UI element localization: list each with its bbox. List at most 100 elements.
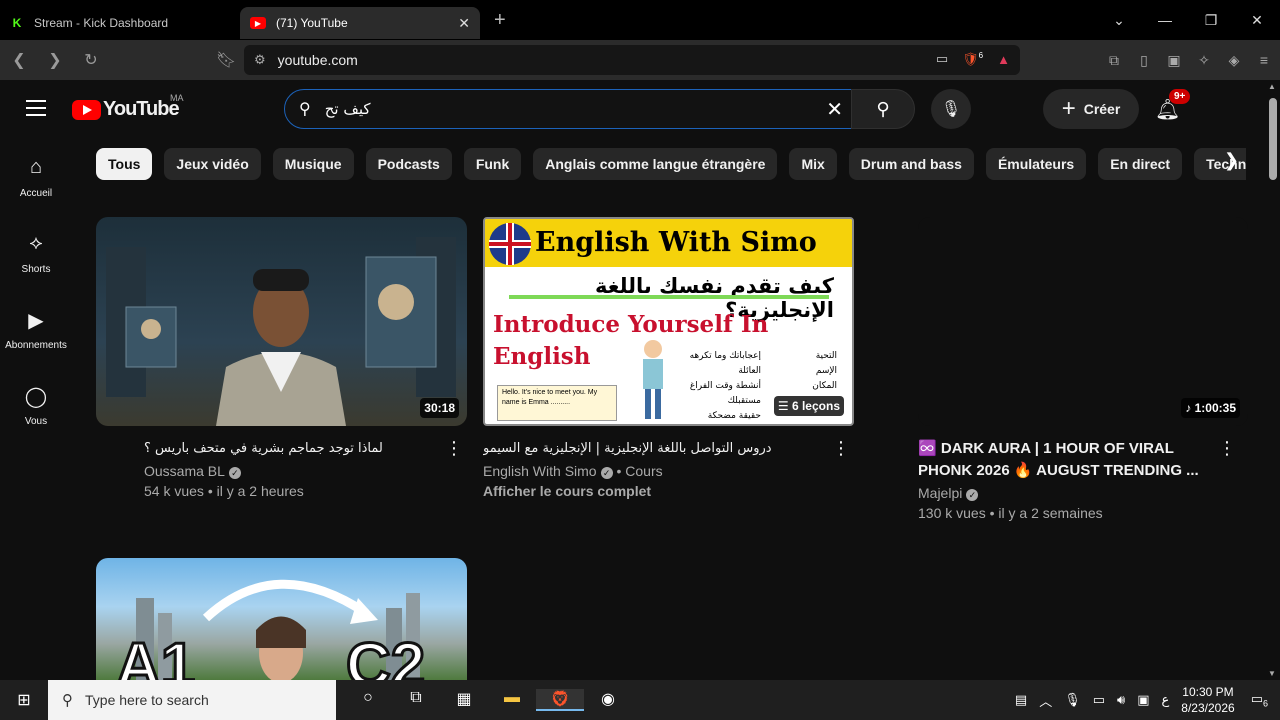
chip-emulateurs[interactable]: Émulateurs — [985, 148, 1087, 180]
brave-browser-icon[interactable]: 🦁︎ — [536, 689, 584, 711]
vpn-icon[interactable]: ◈ — [1226, 52, 1242, 69]
sidebar-toggle-icon[interactable]: ▯ — [1136, 52, 1152, 69]
chip-jeux-video[interactable]: Jeux vidéo — [164, 148, 261, 180]
sidebar-item-abonnements[interactable]: ▶︎ Abonnements — [0, 290, 72, 366]
reload-button[interactable]: ↻ — [76, 50, 106, 70]
volume-icon[interactable]: 🔊︎ — [1117, 692, 1125, 708]
chip-tous[interactable]: Tous — [96, 148, 153, 180]
video-card[interactable]: A1 C2 — [96, 558, 467, 680]
chip-mix[interactable]: Mix — [789, 148, 837, 180]
extensions-icon[interactable]: ⧉ — [1106, 52, 1122, 69]
meet-now-icon[interactable]: ▣ — [1137, 692, 1149, 708]
chip-funk[interactable]: Funk — [463, 148, 522, 180]
channel-name[interactable]: Oussama BL ✓ — [144, 463, 434, 479]
video-thumbnail[interactable]: ♪ 1:00:35 — [918, 217, 1248, 426]
show-hidden-icons-icon[interactable]: ︿ — [1039, 691, 1052, 710]
video-thumbnail[interactable]: 30:18 — [96, 217, 467, 426]
sidebar-item-accueil[interactable]: ⌂ Accueil — [0, 138, 72, 214]
microphone-icon: 🎙︎ — [940, 101, 962, 118]
more-actions-icon[interactable]: ⋮ — [1218, 438, 1236, 459]
chip-anglais[interactable]: Anglais comme langue étrangère — [533, 148, 778, 180]
voice-search-button[interactable]: 🎙︎ — [931, 89, 971, 129]
create-button[interactable]: + Créer — [1043, 89, 1139, 129]
menu-icon[interactable]: ≡ — [1256, 52, 1272, 69]
you-icon: ◯ — [24, 386, 48, 408]
cast-icon[interactable]: ▭ — [936, 51, 948, 67]
tab-list-chevron-icon[interactable]: ⌄ — [1096, 12, 1142, 29]
chip-musique[interactable]: Musique — [272, 148, 354, 180]
scrollbar-thumb[interactable] — [1269, 98, 1277, 180]
news-widget-icon[interactable]: ▤ — [1015, 692, 1027, 708]
chips-next-chevron-icon[interactable]: ❯ — [1224, 150, 1239, 171]
search-button[interactable]: ⚲ — [851, 89, 915, 129]
task-view-icon[interactable]: ⧉ — [392, 689, 440, 711]
video-thumbnail[interactable]: A1 C2 — [96, 558, 467, 680]
uk-flag-icon — [489, 223, 531, 265]
notifications-button[interactable]: 🔔︎ 9+ — [1155, 89, 1191, 122]
scroll-up-icon[interactable]: ▲ — [1268, 82, 1276, 91]
channel-name[interactable]: English With Simo ✓ • Cours — [483, 463, 823, 479]
video-title[interactable]: دروس التواصل باللغة الإنجليزية | الإنجلي… — [483, 438, 823, 460]
clear-search-icon[interactable]: ✕ — [826, 97, 843, 122]
leo-ai-icon[interactable]: ✧ — [1196, 52, 1212, 69]
back-button[interactable]: ❮ — [4, 50, 34, 70]
video-thumbnail[interactable]: English With Simo كيف تقدم نفسك باللغة ا… — [483, 217, 854, 426]
wallet-icon[interactable]: ▣ — [1166, 52, 1182, 69]
taskbar-search[interactable]: ⚲ Type here to search — [48, 680, 336, 720]
taskbar-apps: ○ ⧉ ▦ ▬ 🦁︎ ◉ — [344, 689, 632, 711]
sidebar-item-shorts[interactable]: ⟡ Shorts — [0, 214, 72, 290]
microphone-icon[interactable]: 🎙︎ — [1064, 692, 1081, 708]
video-title[interactable]: ♾️ DARK AURA | 1 HOUR OF VIRAL PHONK 202… — [918, 438, 1208, 482]
sidebar-item-label: Abonnements — [5, 340, 67, 351]
app-icon[interactable]: ▦ — [440, 689, 488, 711]
sidebar-item-label: Accueil — [19, 188, 53, 199]
youtube-logo[interactable]: YouTube MA — [72, 93, 184, 121]
brave-shields-icon[interactable]: 🛡︎6 — [962, 51, 983, 67]
duration-badge: 30:18 — [420, 398, 459, 418]
new-tab-button[interactable]: + — [494, 9, 506, 32]
video-card[interactable]: ♪ 1:00:35 ♾️ DARK AURA | 1 HOUR OF VIRAL… — [918, 217, 1248, 521]
search-icon: ⚲ — [299, 101, 311, 118]
input-language[interactable]: ع — [1162, 692, 1170, 708]
network-icon[interactable]: ▭ — [1093, 692, 1105, 708]
channel-name[interactable]: Majelpi ✓ — [918, 485, 1208, 501]
filter-chips-bar: Tous Jeux vidéo Musique Podcasts Funk An… — [96, 148, 1246, 180]
music-note-icon: ♪ — [1185, 401, 1195, 415]
minimize-button[interactable]: — — [1142, 12, 1188, 28]
address-bar[interactable]: ⚙ youtube.com ▭ 🛡︎6 ▲ — [244, 45, 1020, 75]
chip-en-direct[interactable]: En direct — [1098, 148, 1183, 180]
cortana-icon[interactable]: ○ — [344, 689, 392, 711]
forward-button[interactable]: ❯ — [40, 50, 70, 70]
guide-menu-icon[interactable] — [26, 100, 46, 121]
more-actions-icon[interactable]: ⋮ — [445, 438, 463, 459]
page-scrollbar[interactable]: ▲ ▼ — [1265, 80, 1280, 680]
scroll-down-icon[interactable]: ▼ — [1268, 669, 1276, 678]
chip-podcasts[interactable]: Podcasts — [365, 148, 452, 180]
brave-rewards-icon[interactable]: ▲ — [997, 52, 1010, 67]
tab-title: (71) YouTube — [276, 16, 348, 30]
video-title[interactable]: لماذا توجد جماجم بشرية في متحف باريس ؟ — [144, 438, 434, 460]
site-info-icon[interactable]: ⚙ — [254, 52, 266, 68]
close-window-button[interactable]: ✕ — [1234, 12, 1280, 29]
obs-icon[interactable]: ◉ — [584, 689, 632, 711]
youtube-header: YouTube MA ⚲ ✕ ⚲ 🎙︎ + Créer 🔔︎ 9+ — [0, 80, 1265, 138]
duration-badge: ♪ 1:00:35 — [1181, 398, 1240, 418]
tab-kick-dashboard[interactable]: K Stream - Kick Dashboard — [0, 7, 240, 39]
file-explorer-icon[interactable]: ▬ — [488, 689, 536, 711]
thumbnail-girl-figure — [643, 340, 663, 419]
clock[interactable]: 10:30 PM 8/23/2026 — [1181, 684, 1234, 716]
view-full-course-link[interactable]: Afficher le cours complet — [483, 483, 823, 499]
chip-drum-and-bass[interactable]: Drum and bass — [848, 148, 974, 180]
notification-center-icon[interactable]: ▭6 — [1251, 691, 1268, 709]
more-actions-icon[interactable]: ⋮ — [832, 438, 850, 459]
close-tab-icon[interactable]: ✕ — [458, 15, 470, 32]
video-card[interactable]: English With Simo كيف تقدم نفسك باللغة ا… — [483, 217, 854, 499]
stack-icon: ☰ — [777, 399, 792, 413]
maximize-button[interactable]: ❐ — [1188, 12, 1234, 29]
sidebar-item-vous[interactable]: ◯ Vous — [0, 366, 72, 442]
search-input[interactable] — [324, 100, 785, 118]
bookmark-icon[interactable]: 🔖︎ — [211, 50, 241, 70]
windows-start-icon[interactable]: ⊞ — [0, 690, 48, 710]
tab-youtube[interactable]: ▶ (71) YouTube ✕ — [240, 7, 480, 39]
video-card[interactable]: 30:18 لماذا توجد جماجم بشرية في متحف بار… — [96, 217, 467, 499]
